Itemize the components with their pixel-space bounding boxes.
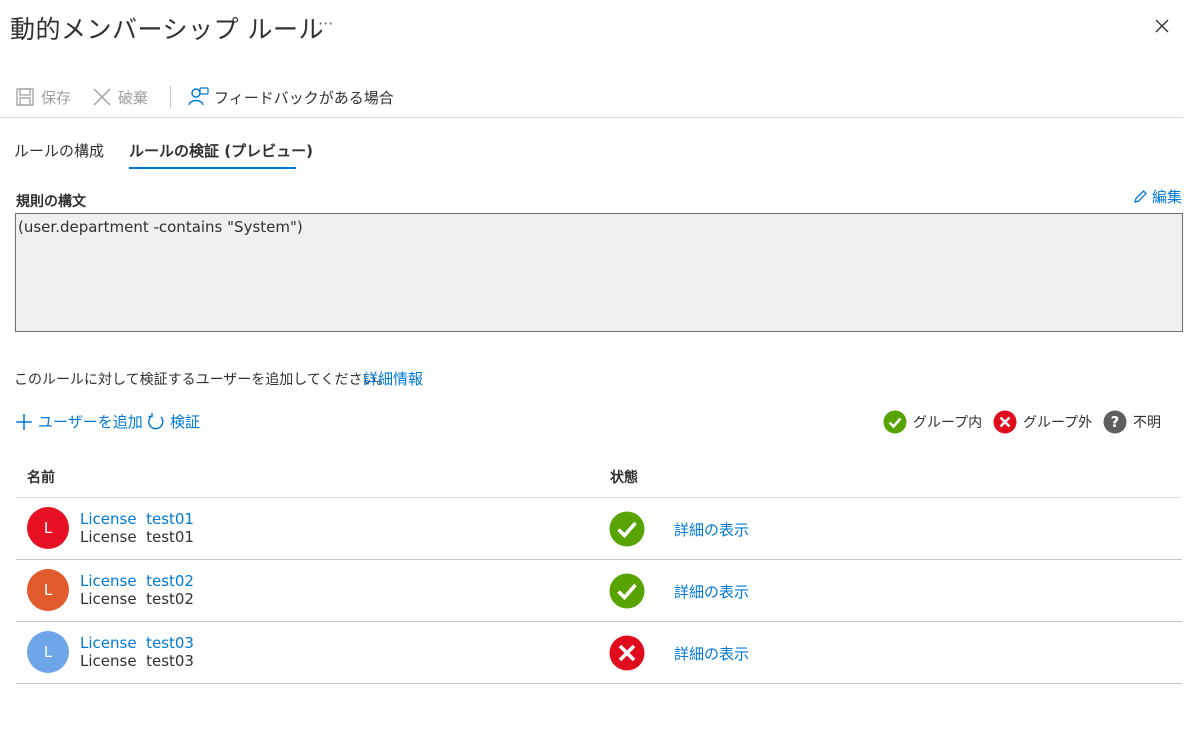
- refresh-icon: [146, 412, 166, 432]
- table-row: L License test02 License test02 詳細の表示: [16, 559, 1182, 621]
- rule-syntax-label: 規則の構文: [16, 194, 86, 210]
- avatar: L: [27, 631, 69, 673]
- add-user-button[interactable]: ユーザーを追加: [14, 411, 143, 432]
- user-name-link[interactable]: License test01: [80, 510, 194, 528]
- check-circle-icon: [609, 573, 645, 609]
- more-options-icon[interactable]: ···: [318, 14, 333, 33]
- legend-unknown-label: 不明: [1133, 415, 1161, 431]
- legend-in-group: グループ内: [883, 410, 982, 434]
- toolbar-divider: [170, 86, 171, 108]
- feedback-button[interactable]: フィードバックがある場合: [187, 86, 394, 108]
- edit-button[interactable]: 編集: [1132, 186, 1182, 207]
- command-bar: 保存 破棄 フィードバックがある場合: [0, 80, 1183, 118]
- error-circle-icon: [993, 410, 1017, 434]
- add-user-label: ユーザーを追加: [38, 413, 143, 431]
- legend-out-group: グループ外: [993, 410, 1092, 434]
- save-button[interactable]: 保存: [14, 86, 71, 108]
- view-details-link[interactable]: 詳細の表示: [674, 581, 749, 602]
- discard-label: 破棄: [118, 88, 149, 107]
- learn-more-link[interactable]: 詳細情報: [363, 368, 423, 389]
- row-divider: [16, 683, 1182, 684]
- rule-syntax-box: (user.department -contains "System"): [15, 213, 1183, 332]
- save-label: 保存: [41, 88, 72, 107]
- tab-rule-validation[interactable]: ルールの検証 (プレビュー): [129, 140, 313, 161]
- validate-button[interactable]: 検証: [146, 411, 200, 432]
- user-principal-name: License test01: [80, 528, 194, 546]
- avatar: L: [27, 569, 69, 611]
- feedback-person-icon: [187, 86, 209, 108]
- view-details-link[interactable]: 詳細の表示: [674, 643, 749, 664]
- user-principal-name: License test03: [80, 652, 194, 670]
- check-circle-icon: [883, 410, 907, 434]
- check-circle-icon: [609, 511, 645, 547]
- edit-label: 編集: [1152, 188, 1183, 206]
- user-principal-name: License test02: [80, 590, 194, 608]
- validate-label: 検証: [170, 413, 201, 431]
- error-circle-icon: [609, 635, 645, 671]
- page-title: 動的メンバーシップ ルール: [10, 15, 324, 44]
- feedback-label: フィードバックがある場合: [214, 88, 394, 107]
- tab-rule-configuration[interactable]: ルールの構成: [14, 140, 104, 161]
- help-text: このルールに対して検証するユーザーを追加してください。: [14, 372, 391, 388]
- user-name-link[interactable]: License test03: [80, 634, 194, 652]
- column-header-status: 状態: [610, 470, 638, 486]
- view-details-link[interactable]: 詳細の表示: [674, 519, 749, 540]
- question-circle-icon: ?: [1103, 410, 1127, 434]
- close-icon: [91, 86, 113, 108]
- legend-unknown: ? 不明: [1103, 410, 1161, 434]
- table-row: L License test03 License test03 詳細の表示: [16, 621, 1182, 683]
- plus-icon: [14, 412, 34, 432]
- column-header-name: 名前: [27, 470, 55, 486]
- save-icon: [14, 86, 36, 108]
- table-row: L License test01 License test01 詳細の表示: [16, 497, 1182, 559]
- close-icon[interactable]: [1150, 14, 1174, 38]
- user-name-link[interactable]: License test02: [80, 572, 194, 590]
- avatar: L: [27, 507, 69, 549]
- discard-button[interactable]: 破棄: [91, 86, 148, 108]
- svg-text:?: ?: [1111, 413, 1120, 431]
- legend-in-group-label: グループ内: [913, 415, 983, 431]
- active-tab-indicator: [129, 167, 296, 169]
- pencil-icon: [1132, 189, 1148, 205]
- legend-out-group-label: グループ外: [1023, 415, 1093, 431]
